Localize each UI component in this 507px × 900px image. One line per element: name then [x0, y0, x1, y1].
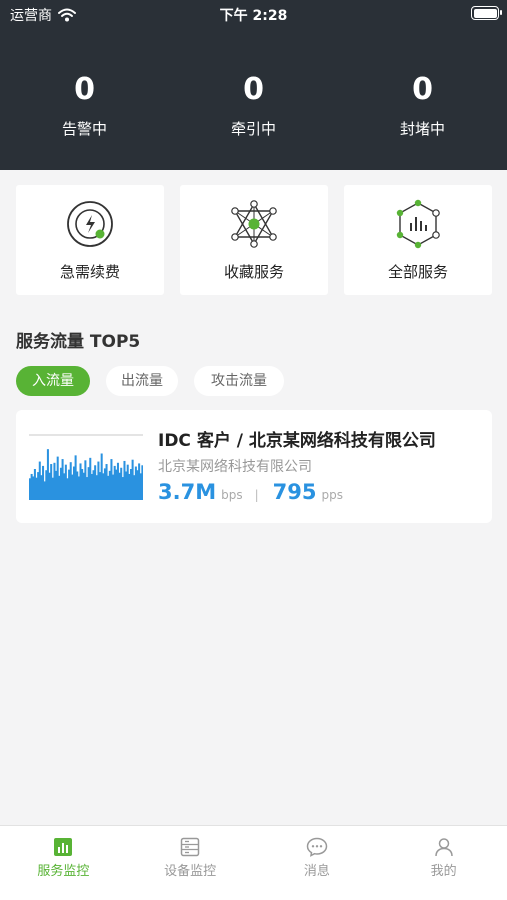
tab-service-monitor[interactable]: 服务监控: [0, 826, 127, 900]
favorite-network-icon: [231, 200, 277, 248]
bandwidth-unit: bps: [221, 488, 243, 502]
packets-value: 795: [272, 480, 317, 504]
metric-separator: |: [254, 488, 259, 502]
quick-action-all-services[interactable]: 全部服务: [344, 185, 492, 295]
quick-action-label: 收藏服务: [223, 263, 284, 281]
service-metrics: 3.7M bps | 795 pps: [158, 480, 343, 504]
quick-action-favorites[interactable]: 收藏服务: [180, 185, 328, 295]
quick-action-label: 急需续费: [59, 263, 120, 281]
service-title: IDC 客户 / 北京某网络科技有限公司: [158, 431, 436, 451]
packets-unit: pps: [321, 488, 344, 502]
user-icon: [434, 838, 453, 857]
renew-icon: [67, 201, 113, 247]
stats-summary: 0 告警中 0 牵引中 0 封堵中: [0, 70, 507, 139]
stat-label: 封堵中: [399, 120, 445, 138]
sparkline-bar: [141, 465, 143, 500]
stat-label: 牵引中: [230, 120, 276, 138]
tab-label: 设备监控: [164, 864, 217, 879]
tab-messages[interactable]: 消息: [254, 826, 381, 900]
filter-outbound[interactable]: 出流量: [106, 366, 178, 396]
service-traffic-card[interactable]: IDC 客户 / 北京某网络科技有限公司 北京某网络科技有限公司 3.7M bp…: [16, 410, 492, 523]
header: 运营商 下午 2:28 0 告警中 0 牵引中 0 封堵中: [0, 0, 507, 170]
message-bubble-icon: [306, 837, 328, 857]
stat-value: 0: [412, 72, 433, 107]
section-title: 服务流量 TOP5: [16, 332, 141, 352]
service-subtitle: 北京某网络科技有限公司: [158, 459, 312, 475]
filter-inbound[interactable]: 入流量: [16, 366, 90, 396]
quick-action-label: 全部服务: [387, 263, 448, 281]
bottom-tabbar: 服务监控 设备监控 消息 我的: [0, 825, 507, 900]
stat-label: 告警中: [61, 120, 107, 138]
all-services-icon: [396, 199, 440, 249]
tab-label: 我的: [430, 864, 457, 879]
tab-profile[interactable]: 我的: [380, 826, 507, 900]
status-bar: 运营商 下午 2:28: [0, 0, 507, 28]
stat-alerting[interactable]: 0 告警中: [0, 70, 169, 139]
bar-chart-icon: [54, 838, 73, 856]
tab-label: 消息: [303, 864, 330, 879]
quick-action-renew[interactable]: 急需续费: [16, 185, 164, 295]
stat-value: 0: [74, 72, 95, 107]
device-list-icon: [180, 837, 200, 857]
stat-diverting[interactable]: 0 牵引中: [169, 70, 338, 139]
stat-blocking[interactable]: 0 封堵中: [338, 70, 507, 139]
tab-device-monitor[interactable]: 设备监控: [127, 826, 254, 900]
battery-icon: [471, 6, 502, 20]
status-time: 下午 2:28: [219, 8, 288, 24]
bandwidth-value: 3.7M: [158, 480, 217, 504]
traffic-sparkline: [29, 434, 143, 500]
filter-attack[interactable]: 攻击流量: [194, 366, 284, 396]
stat-value: 0: [243, 72, 264, 107]
tab-label: 服务监控: [37, 864, 90, 879]
